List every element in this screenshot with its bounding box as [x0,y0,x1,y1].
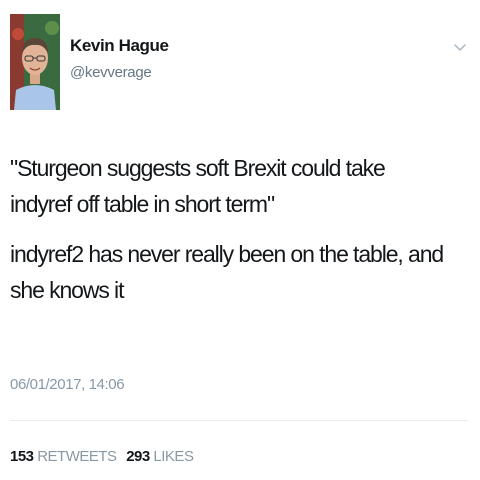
retweets-stat[interactable]: 153 RETWEETS [10,448,126,465]
avatar[interactable] [10,14,60,110]
tweet-card: Kevin Hague @kevverage "Sturgeon suggest… [0,0,480,480]
chevron-down-icon[interactable] [452,42,468,54]
likes-label: LIKES [153,448,194,465]
divider [10,420,468,421]
tweet-paragraph: "Sturgeon suggests soft Brexit could tak… [10,155,386,217]
user-handle[interactable]: @kevverage [70,64,152,81]
tweet-text: "Sturgeon suggests soft Brexit could tak… [10,150,450,322]
likes-count: 293 [126,448,150,465]
retweets-count: 153 [10,448,34,465]
likes-stat[interactable]: 293 LIKES [126,448,199,465]
tweet-stats: 153 RETWEETS 293 LIKES [10,448,199,465]
tweet-timestamp[interactable]: 06/01/2017, 14:06 [10,376,125,393]
display-name[interactable]: Kevin Hague [70,36,169,56]
tweet-paragraph: indyref2 has never really been on the ta… [10,241,444,303]
retweets-label: RETWEETS [37,448,117,465]
